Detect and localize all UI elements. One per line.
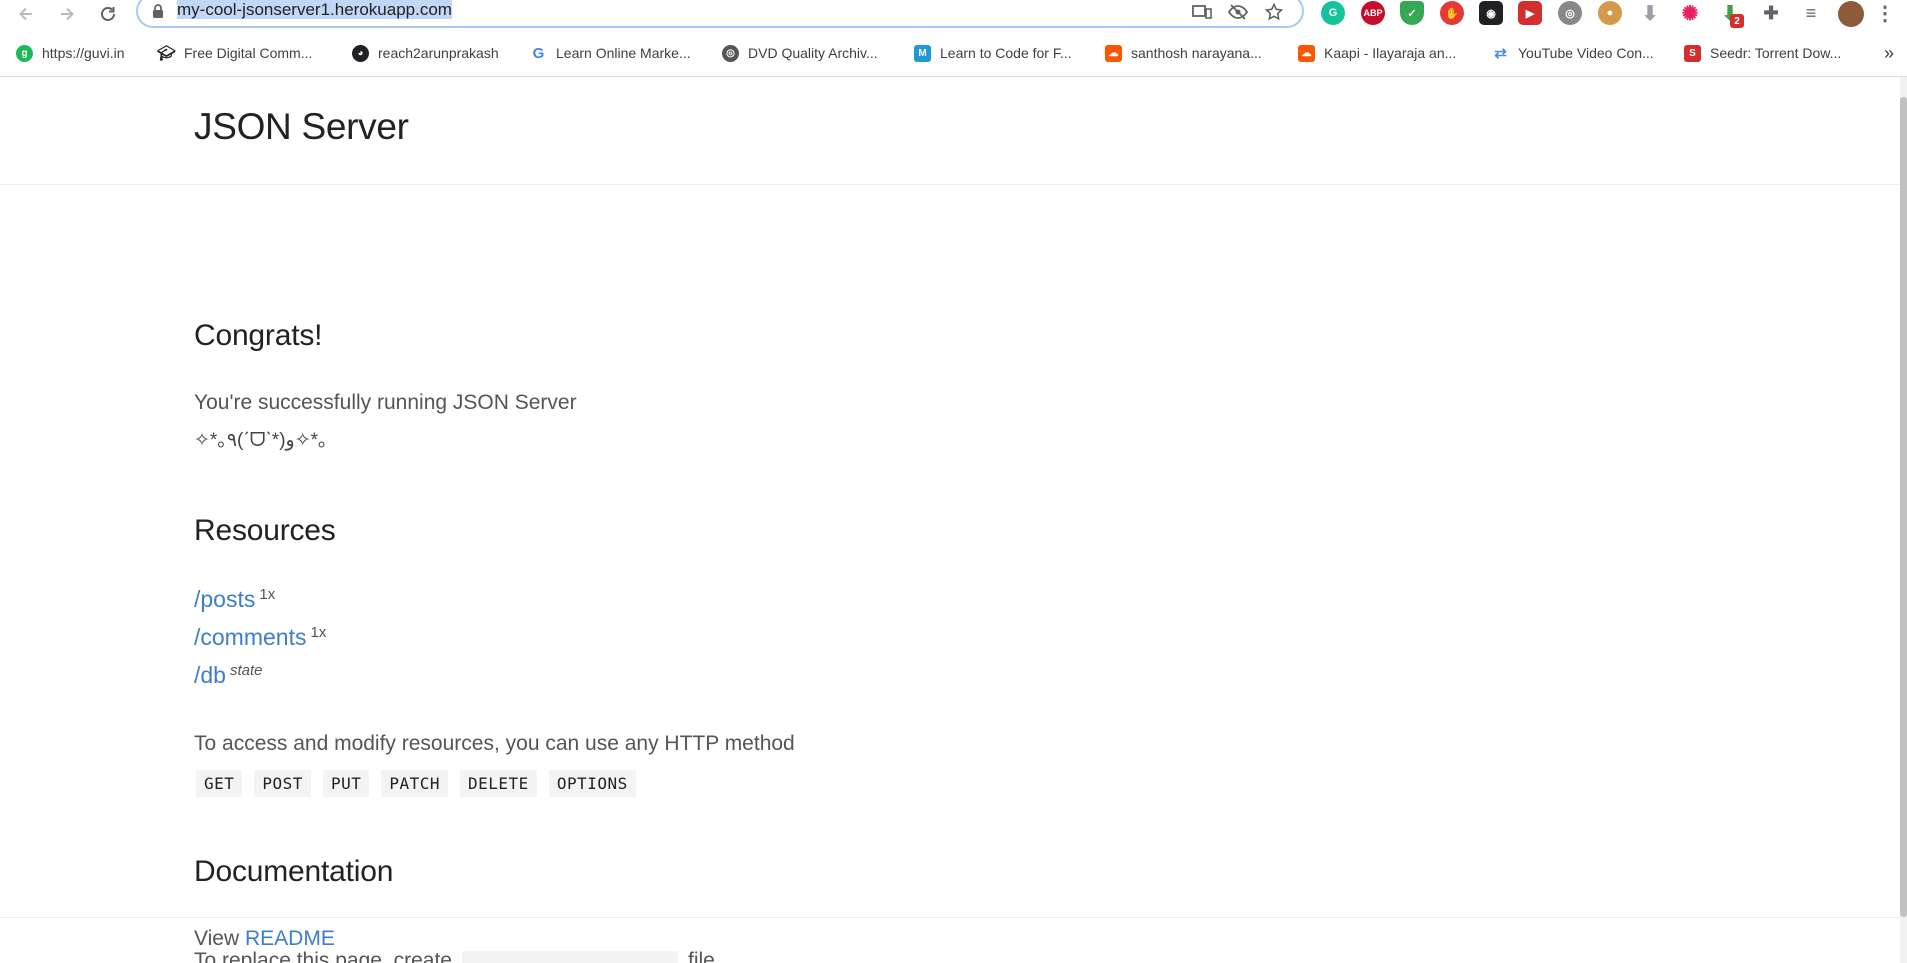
page-viewport: JSON Server Congrats! You're successfull… — [0, 77, 1900, 963]
method-get: GET — [196, 770, 243, 797]
google-icon: G — [532, 44, 545, 62]
resource-comments: /comments 1x — [194, 624, 326, 651]
soundcloud-icon: ☁ — [1298, 44, 1315, 62]
film-reel-icon: ◎ — [722, 44, 739, 62]
adblock-plus-icon[interactable]: ABP — [1361, 1, 1385, 25]
mortarboard-icon: 🎓︎ — [156, 45, 177, 62]
bookmark-guvi[interactable]: g https://guvi.in — [16, 41, 125, 65]
method-post: POST — [254, 770, 311, 797]
soundcloud-icon: ☁ — [1105, 44, 1122, 62]
resources-heading: Resources — [194, 514, 336, 547]
emoticon: ✧*｡٩(ˊᗜˋ*)و✧*｡ — [194, 430, 328, 451]
guvi-icon: g — [16, 44, 33, 62]
m-icon: M — [914, 44, 931, 62]
scrollbar[interactable] — [1900, 77, 1907, 963]
back-icon[interactable] — [14, 2, 38, 26]
resource-link-posts[interactable]: /posts — [194, 586, 255, 612]
resource-link-db[interactable]: /db — [194, 662, 226, 688]
browser-toolbar: my-cool-jsonserver1.herokuapp.com G ABP … — [0, 0, 1907, 28]
url-text[interactable]: my-cool-jsonserver1.herokuapp.com — [177, 0, 452, 22]
bookmark-freecodecamp[interactable]: M Learn to Code for F... — [914, 41, 1072, 65]
glasses-icon[interactable]: ◉ — [1479, 1, 1503, 25]
bookmark-kaapi[interactable]: ☁ Kaapi - Ilayaraja an... — [1298, 41, 1456, 65]
eye-slash-icon[interactable] — [1228, 2, 1248, 22]
star-icon[interactable] — [1264, 2, 1284, 22]
bookmark-label: reach2arunprakash — [378, 45, 499, 61]
view-readme-line: View README — [194, 927, 335, 951]
bookmark-youtube-converter[interactable]: ⇄ YouTube Video Con... — [1492, 41, 1654, 65]
bookmark-github[interactable]: ◕ reach2arunprakash — [352, 41, 499, 65]
bookmark-google[interactable]: G Learn Online Marke... — [530, 41, 691, 65]
bookmark-label: Learn Online Marke... — [556, 45, 691, 61]
resource-count: 1x — [310, 624, 327, 641]
footer-text: To replace this page, create file. — [194, 949, 721, 963]
http-methods: GET POST PUT PATCH DELETE OPTIONS — [196, 770, 636, 797]
grammarly-icon[interactable]: G — [1321, 1, 1345, 25]
footer-code — [462, 951, 678, 963]
github-icon: ◕ — [352, 44, 369, 62]
fast-forward-icon[interactable]: ▶ — [1518, 1, 1542, 25]
resource-link-comments[interactable]: /comments — [194, 624, 306, 650]
reload-icon[interactable] — [96, 2, 120, 26]
kebab-menu-icon[interactable]: ⋮ — [1873, 1, 1897, 25]
congrats-heading: Congrats! — [194, 319, 323, 352]
film-reel-icon[interactable]: ◎ — [1558, 1, 1582, 25]
footer-divider — [0, 917, 1900, 918]
bookmark-label: https://guvi.in — [42, 45, 125, 61]
notification-badge: 2 — [1730, 14, 1744, 28]
readme-link[interactable]: README — [245, 927, 335, 950]
resource-state: state — [229, 662, 263, 679]
resource-db: /db state — [194, 662, 263, 689]
stop-hand-icon[interactable]: ✋ — [1440, 1, 1464, 25]
view-label: View — [194, 927, 240, 950]
bookmark-label: Free Digital Comm... — [184, 45, 313, 61]
method-put: PUT — [322, 770, 370, 797]
more-bookmarks-button[interactable]: » — [1884, 41, 1894, 65]
scrollbar-thumb[interactable] — [1900, 97, 1907, 917]
method-delete: DELETE — [460, 770, 537, 797]
footer-start: To replace this page, create — [194, 949, 452, 963]
bookmarks-bar: g https://guvi.in 🎓︎ Free Digital Comm..… — [0, 36, 1907, 70]
congrats-text: You're successfully running JSON Server — [194, 391, 577, 414]
method-patch: PATCH — [381, 770, 449, 797]
method-options: OPTIONS — [548, 770, 636, 797]
pinwheel-icon[interactable]: ✺ — [1678, 1, 1702, 25]
bookmark-seedr[interactable]: S Seedr: Torrent Dow... — [1684, 41, 1841, 65]
forward-icon[interactable] — [55, 2, 79, 26]
bookmark-label: DVD Quality Archiv... — [748, 45, 878, 61]
bookmark-label: YouTube Video Con... — [1518, 45, 1654, 61]
bookmark-label: Kaapi - Ilayaraja an... — [1324, 45, 1457, 61]
shield-icon[interactable]: ✓ — [1400, 1, 1424, 25]
convert-icon: ⇄ — [1494, 45, 1507, 62]
bookmark-label: Seedr: Torrent Dow... — [1710, 45, 1842, 61]
cookie-icon[interactable]: ● — [1598, 1, 1622, 25]
methods-text: To access and modify resources, you can … — [194, 732, 795, 755]
bookmark-dvd-quality[interactable]: ◎ DVD Quality Archiv... — [722, 41, 878, 65]
seedr-icon: S — [1684, 44, 1701, 62]
resource-count: 1x — [259, 586, 276, 603]
lock-icon[interactable] — [152, 4, 166, 18]
bookmark-label: santhosh narayana... — [1131, 45, 1262, 61]
media-queue-icon[interactable]: ≡ — [1799, 1, 1823, 25]
avatar[interactable] — [1838, 1, 1864, 27]
download-arrow-icon[interactable]: ⬇ — [1638, 1, 1662, 25]
documentation-heading: Documentation — [194, 855, 394, 888]
site-header: JSON Server — [0, 77, 1900, 185]
bookmark-label: Learn to Code for F... — [940, 45, 1072, 61]
address-bar[interactable]: my-cool-jsonserver1.herokuapp.com — [136, 0, 1304, 28]
puzzle-extensions-icon[interactable]: ✚ — [1759, 1, 1783, 25]
page-title: JSON Server — [194, 106, 409, 147]
bookmark-santhosh[interactable]: ☁ santhosh narayana... — [1105, 41, 1262, 65]
resource-posts: /posts 1x — [194, 586, 275, 613]
footer-end: file. — [688, 949, 721, 963]
bookmark-free-digital[interactable]: 🎓︎ Free Digital Comm... — [156, 41, 313, 65]
cast-icon[interactable] — [1192, 2, 1212, 22]
